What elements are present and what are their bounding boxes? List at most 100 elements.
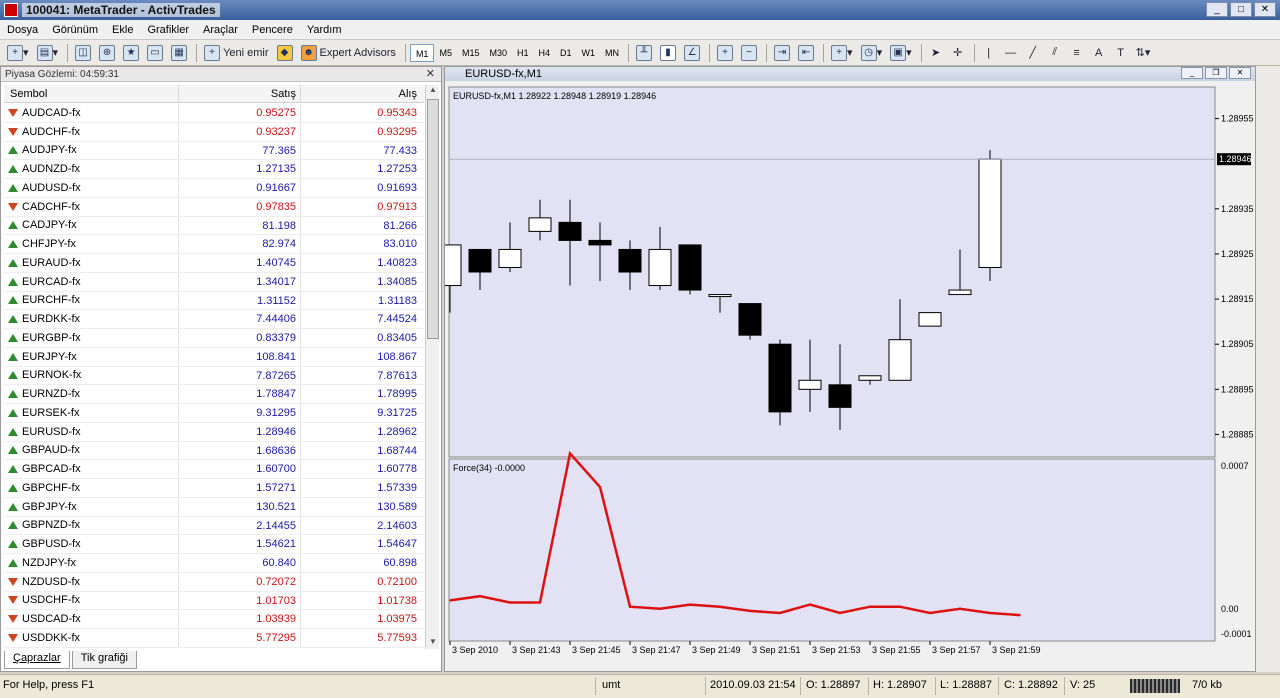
menu-window[interactable]: Pencere	[245, 24, 300, 36]
scrollbar-thumb[interactable]	[427, 99, 439, 339]
force-point	[719, 605, 721, 608]
market-watch-scrollbar[interactable]: ▲ ▼	[425, 85, 439, 649]
symbol-cell: EURUSD-fx	[4, 422, 179, 441]
table-row[interactable]: USDCHF-fx 1.01703 1.01738	[4, 591, 424, 611]
line-chart-button[interactable]: ∠	[681, 43, 703, 63]
menu-view[interactable]: Görünüm	[45, 24, 105, 36]
indicators-button[interactable]: + ▾	[828, 43, 856, 63]
vertical-line-tool[interactable]: |	[979, 43, 999, 63]
label-tool[interactable]: T	[1111, 43, 1131, 63]
menu-tools[interactable]: Araçlar	[196, 24, 245, 36]
fibonacci-tool[interactable]: ≡	[1067, 43, 1087, 63]
chart-close-button[interactable]: ✕	[1229, 67, 1251, 79]
table-row[interactable]: EURJPY-fx 108.841 108.867	[4, 347, 424, 367]
table-row[interactable]: GBPUSD-fx 1.54621 1.54647	[4, 535, 424, 554]
cursor-tool[interactable]: ➤	[926, 43, 946, 63]
column-ask[interactable]: Alış	[301, 85, 421, 102]
column-symbol[interactable]: Sembol	[4, 85, 179, 102]
timeframe-m30[interactable]: M30	[484, 44, 512, 62]
new-order-button[interactable]: + Yeni emir	[201, 43, 271, 63]
strategy-tester-toggle[interactable]: ▦	[168, 43, 190, 63]
table-row[interactable]: GBPCAD-fx 1.60700 1.60778	[4, 460, 424, 479]
menu-file[interactable]: Dosya	[0, 24, 45, 36]
table-row[interactable]: GBPJPY-fx 130.521 130.589	[4, 497, 424, 517]
table-row[interactable]: USDCAD-fx 1.03939 1.03975	[4, 610, 424, 629]
timeframe-h1[interactable]: H1	[512, 44, 534, 62]
table-row[interactable]: EURNZD-fx 1.78847 1.78995	[4, 385, 424, 404]
scroll-up-icon[interactable]: ▲	[426, 85, 440, 97]
table-row[interactable]: GBPNZD-fx 2.14455 2.14603	[4, 516, 424, 536]
table-row[interactable]: GBPAUD-fx 1.68636 1.68744	[4, 441, 424, 461]
force-point	[629, 605, 631, 608]
terminal-toggle[interactable]: ▭	[144, 43, 166, 63]
maximize-button[interactable]: □	[1230, 2, 1252, 17]
symbol-name: GBPNZD-fx	[22, 519, 81, 532]
table-row[interactable]: EURCHF-fx 1.31152 1.31183	[4, 291, 424, 311]
timeframe-m5[interactable]: M5	[434, 44, 457, 62]
timeframe-mn[interactable]: MN	[600, 44, 624, 62]
table-row[interactable]: AUDCHF-fx 0.93237 0.93295	[4, 122, 424, 142]
chart-shift-button[interactable]: ⇤	[795, 43, 817, 63]
horizontal-line-tool[interactable]: —	[1001, 43, 1021, 63]
table-row[interactable]: EURCAD-fx 1.34017 1.34085	[4, 272, 424, 292]
table-row[interactable]: CADCHF-fx 0.97835 0.97913	[4, 197, 424, 217]
toolbar-separator	[920, 43, 922, 62]
table-row[interactable]: NZDJPY-fx 60.840 60.898	[4, 554, 424, 573]
table-row[interactable]: AUDJPY-fx 77.365 77.433	[4, 141, 424, 161]
menu-help[interactable]: Yardım	[300, 24, 349, 36]
expert-advisors-button[interactable]: ☻ Expert Advisors	[298, 43, 399, 63]
candle-chart-button[interactable]: ▮	[657, 43, 679, 63]
timeframe-d1[interactable]: D1	[555, 44, 577, 62]
trendline-tool[interactable]: ╱	[1023, 43, 1043, 63]
tab-tick-chart[interactable]: Tik grafiği	[71, 651, 137, 669]
chart-restore-button[interactable]: ❐	[1205, 67, 1227, 79]
minimize-button[interactable]: _	[1206, 2, 1228, 17]
templates-button[interactable]: ▣ ▾	[887, 43, 915, 63]
profiles-button[interactable]: ▤ ▾	[34, 43, 62, 63]
table-row[interactable]: EURUSD-fx 1.28946 1.28962	[4, 422, 424, 442]
channel-tool[interactable]: ⫽	[1045, 43, 1065, 63]
table-row[interactable]: AUDNZD-fx 1.27135 1.27253	[4, 160, 424, 179]
chart-canvas[interactable]: EURUSD-fx,M1 1.28922 1.28948 1.28919 1.2…	[445, 81, 1255, 671]
table-row[interactable]: NZDUSD-fx 0.72072 0.72100	[4, 572, 424, 592]
metaeditor-button[interactable]: ◆	[274, 43, 296, 63]
menu-charts[interactable]: Grafikler	[140, 24, 196, 36]
table-row[interactable]: EURSEK-fx 9.31295 9.31725	[4, 404, 424, 423]
table-row[interactable]: EURAUD-fx 1.40745 1.40823	[4, 254, 424, 273]
table-row[interactable]: CADJPY-fx 81.198 81.266	[4, 216, 424, 236]
zoom-out-button[interactable]: −	[738, 43, 760, 63]
column-bid[interactable]: Satış	[179, 85, 301, 102]
arrows-tool[interactable]: ⇅▾	[1133, 43, 1154, 63]
timeframe-m15[interactable]: M15	[457, 44, 485, 62]
chart-minimize-button[interactable]: _	[1181, 67, 1203, 79]
table-row[interactable]: AUDCAD-fx 0.95275 0.95343	[4, 104, 424, 123]
bar-chart-button[interactable]: ╨	[633, 43, 655, 63]
close-icon[interactable]: ✕	[426, 67, 435, 80]
timeframe-w1[interactable]: W1	[577, 44, 601, 62]
time-tick-label: 3 Sep 21:59	[992, 645, 1041, 655]
indicator-axis: 0.0007 0.00 -0.0001	[1221, 461, 1252, 639]
timeframe-m1[interactable]: M1	[409, 43, 435, 62]
new-chart-button[interactable]: + ▾	[4, 43, 32, 63]
data-window-toggle[interactable]: ⊕	[96, 43, 118, 63]
table-row[interactable]: USDDKK-fx 5.77295 5.77593	[4, 629, 424, 648]
market-watch-toggle[interactable]: ◫	[72, 43, 94, 63]
arrow-up-icon	[8, 221, 18, 230]
text-tool[interactable]: A	[1089, 43, 1109, 63]
table-row[interactable]: EURGBP-fx 0.83379 0.83405	[4, 329, 424, 348]
timeframe-h4[interactable]: H4	[534, 44, 556, 62]
table-row[interactable]: AUDUSD-fx 0.91667 0.91693	[4, 179, 424, 198]
auto-scroll-button[interactable]: ⇥	[771, 43, 793, 63]
tab-symbols[interactable]: Çaprazlar	[4, 651, 70, 669]
table-row[interactable]: GBPCHF-fx 1.57271 1.57339	[4, 479, 424, 498]
navigator-toggle[interactable]: ★	[120, 43, 142, 63]
menu-insert[interactable]: Ekle	[105, 24, 140, 36]
table-row[interactable]: EURDKK-fx 7.44406 7.44524	[4, 310, 424, 329]
scroll-down-icon[interactable]: ▼	[426, 637, 440, 649]
table-row[interactable]: CHFJPY-fx 82.974 83.010	[4, 235, 424, 254]
periods-button[interactable]: ◷ ▾	[858, 43, 886, 63]
table-row[interactable]: EURNOK-fx 7.87265 7.87613	[4, 366, 424, 386]
crosshair-tool[interactable]: ✛	[948, 43, 968, 63]
zoom-in-button[interactable]: +	[714, 43, 736, 63]
close-button[interactable]: ✕	[1254, 2, 1276, 17]
